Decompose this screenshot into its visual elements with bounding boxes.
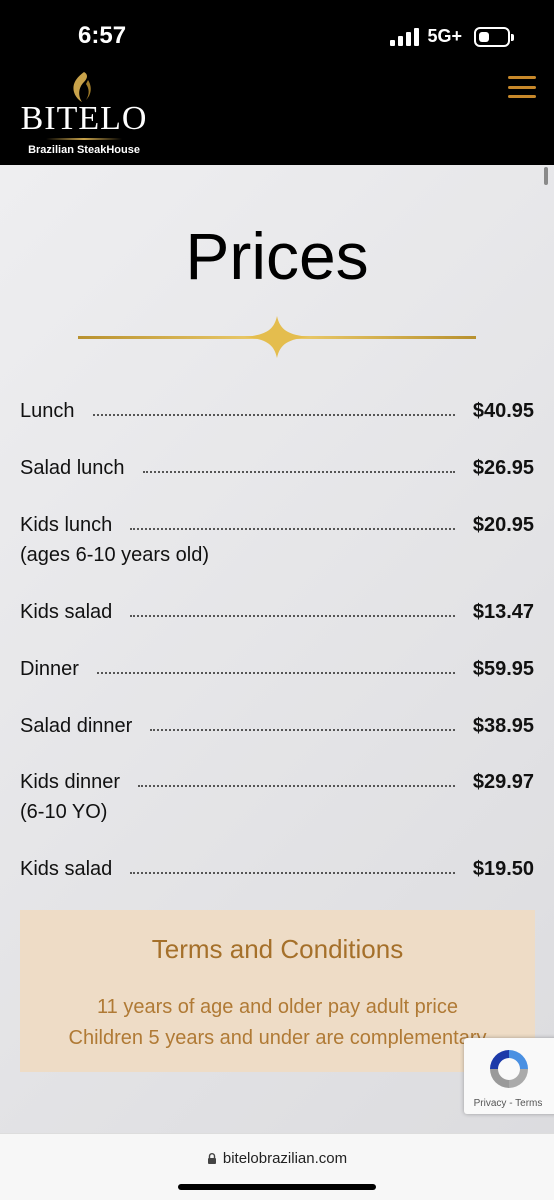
brand-logo[interactable]: BITELO Brazilian SteakHouse (18, 72, 150, 160)
url-field[interactable]: bitelobrazilian.com (0, 1150, 554, 1167)
recaptcha-links: Privacy - Terms (464, 1098, 552, 1109)
browser-address-bar: bitelobrazilian.com (0, 1133, 554, 1200)
price-label: Salad lunch (20, 457, 125, 479)
dot-leader (150, 715, 455, 731)
price-label: Lunch (20, 400, 75, 422)
scrollbar[interactable] (544, 167, 548, 185)
price-label: Kids salad (20, 601, 113, 623)
status-icons: 5G+ (390, 26, 514, 47)
recaptcha-icon (490, 1050, 528, 1088)
price-label: Kids lunch (20, 514, 113, 536)
price-row: Dinner $59.95 (20, 658, 534, 681)
hamburger-menu-icon[interactable] (508, 76, 536, 98)
price-row: Kids dinner $29.97 (20, 771, 534, 794)
terms-line: Children 5 years and under are complemen… (68, 1027, 487, 1049)
recaptcha-privacy-link[interactable]: Privacy (474, 1098, 507, 1109)
dot-leader (92, 400, 455, 416)
price-value: $26.95 (472, 457, 534, 479)
price-label: Kids salad (20, 858, 113, 880)
price-row: Kids salad $19.50 (20, 858, 534, 881)
url-text: bitelobrazilian.com (222, 1150, 348, 1167)
dot-leader (96, 658, 455, 674)
price-value: $29.97 (472, 771, 534, 793)
price-value: $19.50 (472, 858, 534, 880)
price-row: Salad dinner $38.95 (20, 715, 534, 738)
price-sublabel: (6-10 YO) (20, 801, 108, 823)
logo-mark-icon (73, 72, 91, 102)
dot-leader (138, 771, 455, 787)
terms-line: 11 years of age and older pay adult pric… (97, 996, 458, 1018)
price-value: $20.95 (472, 514, 534, 536)
recaptcha-badge[interactable]: Privacy - Terms (464, 1038, 554, 1114)
price-label: Salad dinner (20, 715, 133, 737)
page-title: Prices (185, 219, 369, 293)
price-value: $38.95 (472, 715, 534, 737)
home-indicator[interactable] (178, 1184, 376, 1190)
dot-leader (130, 858, 455, 874)
status-time: 6:57 (78, 22, 127, 49)
price-sublabel: (ages 6-10 years old) (20, 544, 209, 566)
price-row: Lunch $40.95 (20, 400, 534, 423)
price-value: $59.95 (472, 658, 534, 680)
recaptcha-terms-link[interactable]: Terms (515, 1098, 542, 1109)
brand-underline (46, 138, 122, 140)
dot-leader (130, 514, 455, 530)
price-label: Kids dinner (20, 771, 121, 793)
site-header: 6:57 5G+ BITELO Brazilian SteakHouse (0, 0, 554, 165)
lock-icon (207, 1153, 216, 1164)
battery-icon (474, 26, 514, 47)
price-row: Kids lunch $20.95 (20, 514, 534, 537)
brand-subtitle: Brazilian SteakHouse (28, 144, 140, 156)
price-value: $40.95 (472, 400, 534, 422)
price-value: $13.47 (472, 601, 534, 623)
terms-title: Terms and Conditions (151, 934, 404, 964)
price-row: Salad lunch $26.95 (20, 457, 534, 480)
brand-name: BITELO (20, 100, 148, 137)
signal-icon (390, 27, 420, 46)
dot-leader (142, 457, 455, 473)
terms-box: Terms and Conditions 11 years of age and… (20, 910, 535, 1072)
price-row: Kids salad $13.47 (20, 601, 534, 624)
network-type: 5G+ (427, 26, 462, 46)
price-label: Dinner (20, 658, 79, 680)
dot-leader (130, 601, 455, 617)
gold-star-divider-icon (78, 316, 476, 358)
